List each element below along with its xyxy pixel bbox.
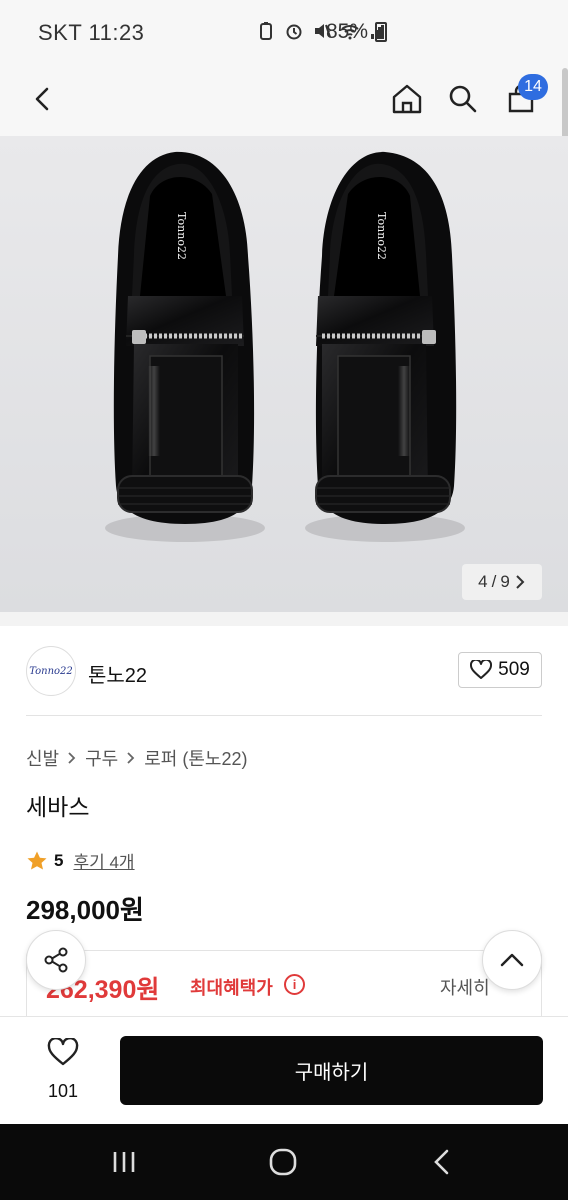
home-icon <box>392 84 422 114</box>
image-counter[interactable]: 4 / 9 <box>462 564 542 600</box>
breadcrumb: 신발 구두 로퍼 (톤노22) <box>26 745 248 771</box>
brand-like-count: 509 <box>498 659 530 680</box>
benefit-detail-link[interactable]: 자세히 <box>440 974 490 1000</box>
breadcrumb-item[interactable]: 신발 <box>26 745 59 771</box>
brand-like-button[interactable]: 509 <box>458 652 542 688</box>
search-icon <box>449 85 477 113</box>
info-icon[interactable]: i <box>284 974 305 995</box>
rating-value: 5 <box>54 850 64 870</box>
product-price: 298,000원 <box>26 895 144 925</box>
recent-apps-button[interactable] <box>104 1142 144 1182</box>
app-header <box>0 64 568 136</box>
image-total: 9 <box>500 572 510 591</box>
scroll-top-button[interactable] <box>482 930 542 990</box>
right-loafer: Tonno22 <box>315 151 457 524</box>
image-separator: / <box>491 572 497 591</box>
svg-text:Tonno22: Tonno22 <box>375 212 388 260</box>
status-bar: SKT 11:23 85% <box>0 0 568 64</box>
back-nav-button[interactable] <box>422 1142 462 1182</box>
home-button[interactable] <box>384 76 430 122</box>
loafer-pair-illustration: Tonno22 Tonno22 <box>105 151 465 542</box>
brand-row[interactable]: Tonno22 톤노22 509 <box>0 626 568 716</box>
review-link[interactable]: 후기 4개 <box>73 848 134 873</box>
battery-icon <box>375 22 387 42</box>
alarm-icon <box>286 24 302 40</box>
system-nav-bar <box>0 1124 568 1200</box>
breadcrumb-item[interactable]: 로퍼 (톤노22) <box>144 745 247 771</box>
star-icon <box>27 851 47 869</box>
benefit-label: 최대혜택가 <box>190 978 273 998</box>
back-button[interactable] <box>20 76 66 122</box>
status-time: SKT 11:23 <box>38 20 145 45</box>
cart-count-badge: 14 <box>518 74 548 100</box>
wish-button[interactable]: 101 <box>28 1038 98 1102</box>
battery-saver-icon <box>260 22 272 40</box>
chevron-up-icon <box>500 953 524 967</box>
recent-apps-icon <box>113 1152 135 1172</box>
share-icon <box>44 947 68 973</box>
search-button[interactable] <box>440 76 486 122</box>
image-current: 4 <box>478 572 488 591</box>
home-circle-icon <box>269 1148 297 1176</box>
breadcrumb-item[interactable]: 구두 <box>85 745 118 771</box>
chevron-right-icon <box>516 575 525 589</box>
heart-icon <box>470 660 493 679</box>
product-image[interactable]: Tonno22 Tonno22 <box>0 136 568 612</box>
divider <box>26 715 542 716</box>
left-loafer: Tonno22 <box>113 151 255 524</box>
section-divider <box>0 612 568 626</box>
brand-logo[interactable]: Tonno22 <box>26 646 76 696</box>
chevron-left-icon <box>35 87 49 111</box>
chevron-right-icon <box>127 752 135 764</box>
product-title: 세바스 <box>26 794 90 820</box>
wish-count: 101 <box>47 1081 79 1101</box>
share-button[interactable] <box>26 930 86 990</box>
status-icons <box>256 21 388 41</box>
svg-text:Tonno22: Tonno22 <box>175 212 188 260</box>
chevron-right-icon <box>68 752 76 764</box>
brand-name[interactable]: 톤노22 <box>88 659 147 688</box>
buy-button[interactable]: 구매하기 <box>120 1036 543 1105</box>
home-nav-button[interactable] <box>263 1142 303 1182</box>
rating-row: 5 후기 4개 <box>26 848 135 873</box>
battery-percent: 85% <box>326 20 369 43</box>
heart-icon <box>47 1038 79 1066</box>
brand-logo-text: Tonno22 <box>29 665 73 677</box>
back-arrow-icon <box>434 1149 449 1175</box>
